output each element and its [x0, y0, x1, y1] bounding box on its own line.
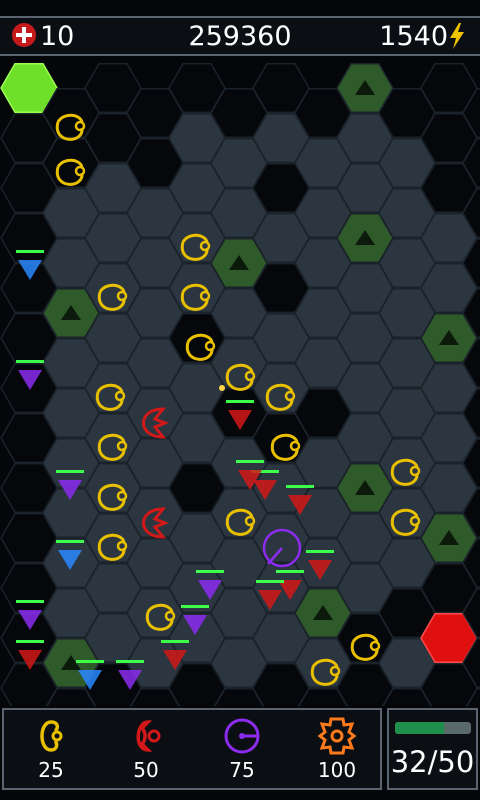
enemy-health-bar	[56, 470, 84, 473]
red-tower-icon	[136, 720, 161, 752]
shop-item-yellow-tower[interactable]: 25	[16, 716, 86, 782]
shop-item-red-tower[interactable]: 50	[111, 716, 181, 782]
energy-count: 1540	[379, 21, 448, 52]
enemy-health-bar	[226, 400, 254, 403]
enemy-health-bar	[196, 570, 224, 573]
enemy-health-bar	[276, 570, 304, 573]
purple-tower-icon	[224, 718, 260, 754]
enemy-health-bar	[56, 540, 84, 543]
game-board[interactable]	[0, 58, 480, 706]
shop-cost: 75	[229, 758, 255, 782]
enemy-health-bar	[16, 640, 44, 643]
tower-shop: 25 50 75 100	[2, 708, 382, 790]
enemy-health-bar	[181, 605, 209, 608]
orange-tower-icon	[317, 717, 357, 755]
wave-panel: 32/50	[387, 708, 478, 790]
shop-cost: 25	[38, 758, 64, 782]
enemy-health-bar	[16, 250, 44, 253]
shop-item-purple-tower[interactable]: 75	[207, 716, 277, 782]
hud-bar: 10 259360 1540	[0, 16, 480, 56]
lightning-icon	[450, 23, 464, 49]
enemy-health-bar	[236, 460, 264, 463]
shop-item-orange-tower[interactable]: 100	[302, 716, 372, 782]
wave-counter: 32/50	[390, 745, 475, 779]
enemy-health-bar	[286, 485, 314, 488]
wave-progress-bar	[395, 722, 471, 734]
energy-display: 1540	[379, 21, 466, 53]
shop-cost: 100	[317, 758, 357, 782]
projectile	[219, 385, 225, 391]
yellow-tower-icon	[40, 720, 63, 752]
enemy-health-bar	[16, 600, 44, 603]
enemy-health-bar	[116, 660, 144, 663]
enemy-health-bar	[306, 550, 334, 553]
enemy-health-bar	[256, 580, 284, 583]
enemy-health-bar	[16, 360, 44, 363]
wave-progress-fill	[395, 722, 444, 734]
enemy-health-bar	[161, 640, 189, 643]
shop-cost: 50	[133, 758, 159, 782]
enemy-health-bar	[76, 660, 104, 663]
